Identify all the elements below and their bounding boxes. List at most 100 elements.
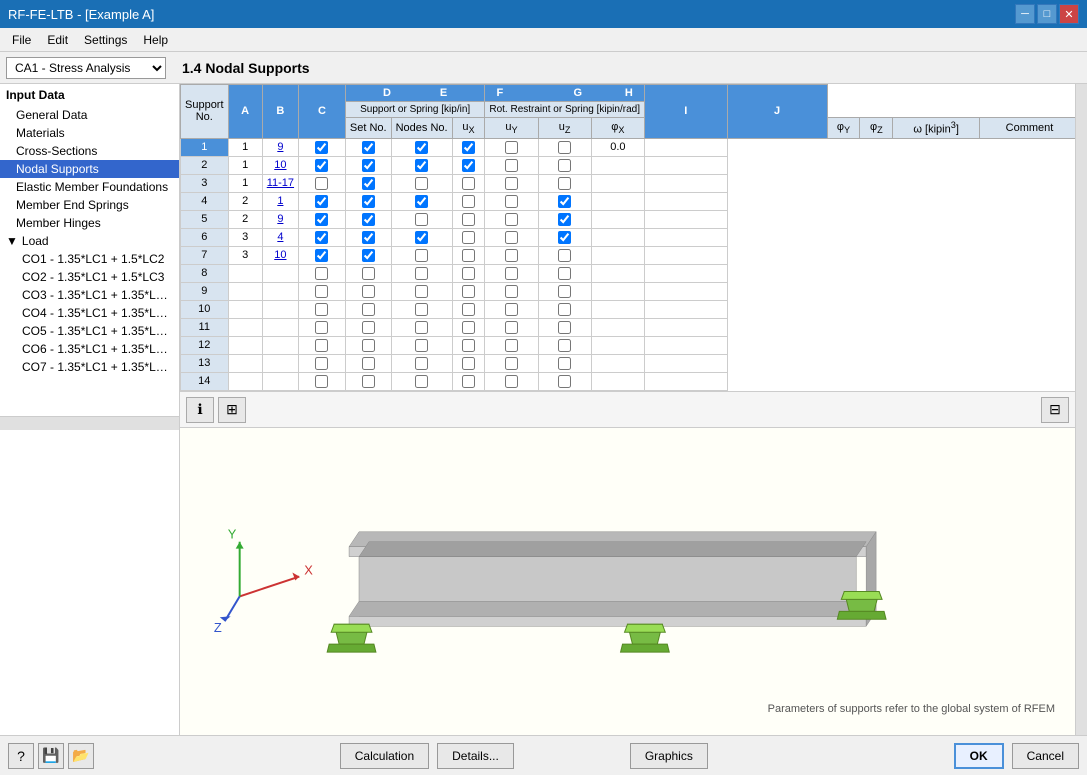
checkbox-phiz[interactable] [558, 339, 571, 352]
checkbox-ux[interactable] [315, 213, 328, 226]
open-icon-button[interactable]: 📂 [68, 743, 94, 769]
checkbox-phiz[interactable] [558, 141, 571, 154]
table-row-num[interactable]: 4 [181, 192, 229, 210]
checkbox-phix[interactable] [462, 357, 475, 370]
checkbox-ux[interactable] [315, 195, 328, 208]
table-cell-uz[interactable] [391, 156, 452, 174]
help-icon-button[interactable]: ? [8, 743, 34, 769]
table-cell-phiy[interactable] [485, 336, 538, 354]
checkbox-uy[interactable] [362, 285, 375, 298]
checkbox-uz[interactable] [415, 213, 428, 226]
table-cell-phiz[interactable] [538, 174, 591, 192]
table-cell-uy[interactable] [345, 192, 391, 210]
table-cell-uy[interactable] [345, 174, 391, 192]
checkbox-uz[interactable] [415, 159, 428, 172]
grid-area[interactable]: SupportNo. A B C D E F G H I J S [180, 84, 1075, 392]
table-cell-phiy[interactable] [485, 192, 538, 210]
checkbox-uy[interactable] [362, 339, 375, 352]
table-cell-ux[interactable] [299, 372, 346, 390]
info-button[interactable]: ℹ [186, 397, 214, 423]
table-cell-uy[interactable] [345, 156, 391, 174]
table-cell-phix[interactable] [452, 210, 485, 228]
table-cell-phiz[interactable] [538, 318, 591, 336]
checkbox-uy[interactable] [362, 195, 375, 208]
checkbox-phiy[interactable] [505, 375, 518, 388]
table-cell-uz[interactable] [391, 282, 452, 300]
table-row-nodes[interactable]: 9 [262, 210, 298, 228]
checkbox-phiy[interactable] [505, 285, 518, 298]
checkbox-phiz[interactable] [558, 285, 571, 298]
table-row-nodes[interactable] [262, 372, 298, 390]
table-cell-phiz[interactable] [538, 354, 591, 372]
table-row-nodes[interactable]: 11-17 [262, 174, 298, 192]
table-cell-phiy[interactable] [485, 246, 538, 264]
table-cell-uy[interactable] [345, 210, 391, 228]
table-cell-uz[interactable] [391, 210, 452, 228]
table-row-nodes[interactable] [262, 318, 298, 336]
table-row-nodes[interactable]: 4 [262, 228, 298, 246]
table-cell-uz[interactable] [391, 192, 452, 210]
checkbox-uz[interactable] [415, 231, 428, 244]
case-dropdown[interactable]: CA1 - Stress Analysis [6, 57, 166, 79]
checkbox-phix[interactable] [462, 267, 475, 280]
checkbox-ux[interactable] [315, 357, 328, 370]
checkbox-uz[interactable] [415, 267, 428, 280]
checkbox-phiy[interactable] [505, 231, 518, 244]
checkbox-ux[interactable] [315, 141, 328, 154]
table-cell-ux[interactable] [299, 264, 346, 282]
checkbox-ux[interactable] [315, 339, 328, 352]
table-cell-phiz[interactable] [538, 228, 591, 246]
menu-file[interactable]: File [4, 30, 39, 50]
checkbox-phiz[interactable] [558, 231, 571, 244]
checkbox-uz[interactable] [415, 357, 428, 370]
table-cell-ux[interactable] [299, 210, 346, 228]
table-cell-uy[interactable] [345, 228, 391, 246]
table-cell-phiz[interactable] [538, 264, 591, 282]
table-row-num[interactable]: 3 [181, 174, 229, 192]
table-cell-phiy[interactable] [485, 318, 538, 336]
checkbox-ux[interactable] [315, 375, 328, 388]
checkbox-uy[interactable] [362, 357, 375, 370]
table-cell-phiy[interactable] [485, 300, 538, 318]
checkbox-phix[interactable] [462, 285, 475, 298]
sidebar-item-co5[interactable]: CO5 - 1.35*LC1 + 1.35*LC... [0, 322, 179, 340]
table-row-num[interactable]: 11 [181, 318, 229, 336]
table-cell-phiy[interactable] [485, 174, 538, 192]
table-row-nodes[interactable]: 10 [262, 246, 298, 264]
checkbox-phix[interactable] [462, 231, 475, 244]
table-cell-phiy[interactable] [485, 156, 538, 174]
checkbox-ux[interactable] [315, 303, 328, 316]
table-cell-uz[interactable] [391, 318, 452, 336]
sidebar-item-co1[interactable]: CO1 - 1.35*LC1 + 1.5*LC2 [0, 250, 179, 268]
checkbox-ux[interactable] [315, 177, 328, 190]
sidebar-item-member-end-springs[interactable]: Member End Springs [0, 196, 179, 214]
checkbox-uz[interactable] [415, 177, 428, 190]
table-cell-ux[interactable] [299, 282, 346, 300]
table-cell-uy[interactable] [345, 336, 391, 354]
sidebar-item-co4[interactable]: CO4 - 1.35*LC1 + 1.35*LC... [0, 304, 179, 322]
menu-edit[interactable]: Edit [39, 30, 76, 50]
table-row-num[interactable]: 9 [181, 282, 229, 300]
table-cell-phiy[interactable] [485, 210, 538, 228]
checkbox-phiy[interactable] [505, 267, 518, 280]
table-cell-uz[interactable] [391, 300, 452, 318]
table-row-num[interactable]: 5 [181, 210, 229, 228]
table-cell-uy[interactable] [345, 138, 391, 156]
checkbox-phix[interactable] [462, 249, 475, 262]
table-cell-ux[interactable] [299, 246, 346, 264]
table-cell-uy[interactable] [345, 300, 391, 318]
table-cell-ux[interactable] [299, 192, 346, 210]
checkbox-phiz[interactable] [558, 159, 571, 172]
checkbox-phiz[interactable] [558, 213, 571, 226]
table-cell-uz[interactable] [391, 228, 452, 246]
table-row-nodes[interactable]: 9 [262, 138, 298, 156]
menu-help[interactable]: Help [135, 30, 176, 50]
table-cell-uz[interactable] [391, 138, 452, 156]
close-button[interactable]: ✕ [1059, 4, 1079, 24]
table-row-nodes[interactable] [262, 282, 298, 300]
sidebar-scrollbar[interactable] [0, 416, 179, 430]
table-cell-uy[interactable] [345, 282, 391, 300]
sidebar-item-co3[interactable]: CO3 - 1.35*LC1 + 1.35*LC... [0, 286, 179, 304]
table-cell-phiz[interactable] [538, 372, 591, 390]
table-cell-phiz[interactable] [538, 336, 591, 354]
